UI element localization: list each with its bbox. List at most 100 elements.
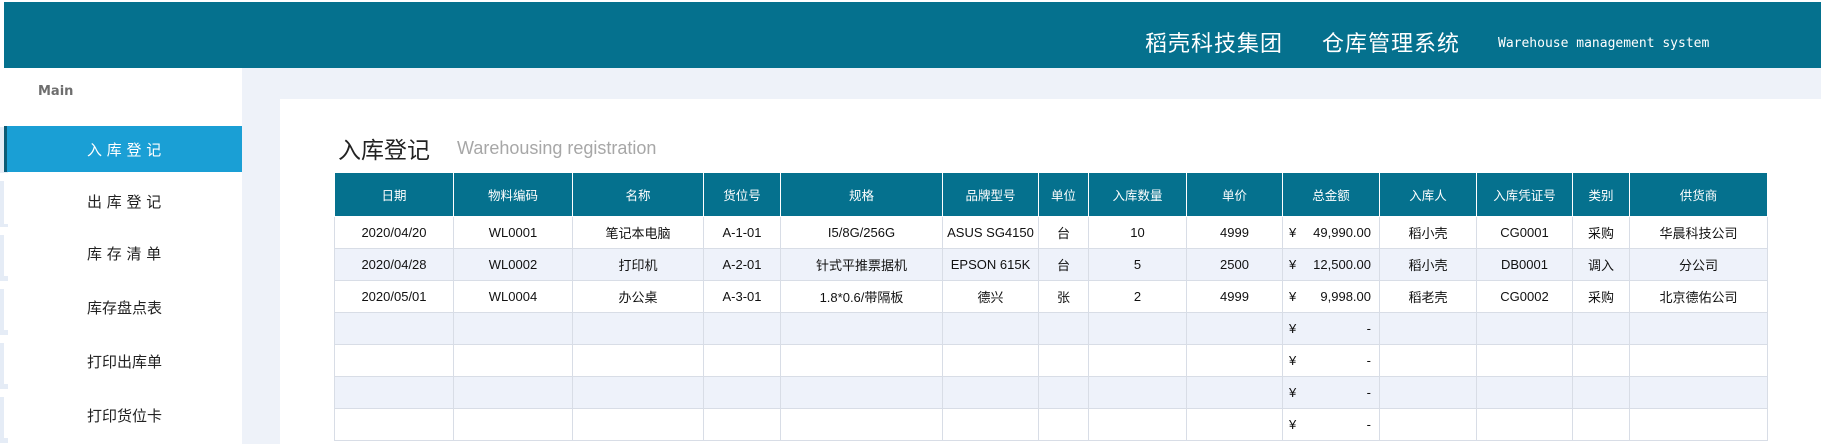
table-cell[interactable]: 采购 — [1572, 216, 1630, 249]
table-row[interactable]: ¥ - — [334, 344, 1768, 377]
table-cell[interactable]: A-2-01 — [703, 248, 781, 281]
table-cell[interactable]: 采购 — [1572, 280, 1630, 313]
table-cell[interactable] — [334, 344, 454, 377]
table-cell[interactable] — [1038, 376, 1089, 409]
table-cell[interactable] — [703, 408, 781, 441]
table-cell[interactable]: 4999 — [1186, 216, 1283, 249]
column-header[interactable]: 总金额 — [1282, 172, 1380, 217]
table-cell[interactable]: ASUS SG4150 — [942, 216, 1039, 249]
table-cell[interactable] — [453, 408, 573, 441]
table-cell[interactable] — [334, 376, 454, 409]
table-cell[interactable] — [572, 408, 704, 441]
table-cell[interactable]: A-1-01 — [703, 216, 781, 249]
column-header[interactable]: 入库数量 — [1088, 172, 1187, 217]
table-cell[interactable]: 稻小壳 — [1379, 248, 1477, 281]
table-cell[interactable] — [334, 408, 454, 441]
table-cell[interactable] — [780, 408, 943, 441]
table-cell[interactable] — [1476, 408, 1573, 441]
column-header[interactable]: 类别 — [1572, 172, 1630, 217]
table-cell[interactable] — [453, 312, 573, 345]
column-header[interactable]: 名称 — [572, 172, 704, 217]
column-header[interactable]: 规格 — [780, 172, 943, 217]
table-cell[interactable]: CG0001 — [1476, 216, 1573, 249]
column-header[interactable]: 入库人 — [1379, 172, 1477, 217]
table-cell[interactable] — [1572, 408, 1630, 441]
table-cell[interactable] — [1379, 312, 1477, 345]
sidebar-item-print-outbound-slip[interactable]: 打印出库单 — [4, 338, 242, 384]
table-cell[interactable] — [942, 408, 1039, 441]
table-cell[interactable]: 稻老壳 — [1379, 280, 1477, 313]
table-cell[interactable]: 调入 — [1572, 248, 1630, 281]
table-cell[interactable] — [942, 344, 1039, 377]
table-row[interactable]: ¥ - — [334, 376, 1768, 409]
table-cell[interactable]: ¥49,990.00 — [1282, 216, 1380, 249]
sidebar-item-outbound-registration[interactable]: 出 库 登 记 — [4, 178, 242, 224]
table-cell[interactable]: 5 — [1088, 248, 1187, 281]
table-cell[interactable]: 2020/05/01 — [334, 280, 454, 313]
sidebar-item-inventory-list[interactable]: 库 存 清 单 — [4, 230, 242, 276]
table-cell[interactable]: A-3-01 — [703, 280, 781, 313]
table-cell[interactable] — [572, 376, 704, 409]
table-row[interactable]: 2020/04/28 WL0002 打印机 A-2-01 针式平推票据机 EPSON 61… — [334, 248, 1768, 281]
table-row[interactable]: 2020/05/01 WL0004 办公桌 A-3-01 1.8*0.6/带隔板 德兴张 2… — [334, 280, 1768, 313]
table-cell[interactable] — [1038, 408, 1089, 441]
table-cell[interactable] — [1379, 408, 1477, 441]
table-cell[interactable] — [1629, 376, 1768, 409]
table-cell[interactable]: 张 — [1038, 280, 1089, 313]
table-cell[interactable]: 分公司 — [1629, 248, 1768, 281]
table-cell[interactable] — [1088, 376, 1187, 409]
table-cell[interactable] — [1186, 408, 1283, 441]
table-cell[interactable]: ¥12,500.00 — [1282, 248, 1380, 281]
table-cell[interactable]: 稻小壳 — [1379, 216, 1477, 249]
table-cell[interactable]: 4999 — [1186, 280, 1283, 313]
table-cell[interactable] — [1572, 344, 1630, 377]
sidebar-item-print-location-card[interactable]: 打印货位卡 — [4, 392, 242, 438]
table-cell[interactable] — [334, 312, 454, 345]
table-cell[interactable] — [1476, 376, 1573, 409]
table-cell[interactable] — [1379, 376, 1477, 409]
table-cell[interactable] — [1038, 312, 1089, 345]
column-header[interactable]: 供货商 — [1629, 172, 1768, 217]
table-cell[interactable]: WL0004 — [453, 280, 573, 313]
table-cell[interactable]: WL0002 — [453, 248, 573, 281]
table-cell[interactable] — [1572, 312, 1630, 345]
table-cell[interactable] — [1186, 344, 1283, 377]
table-cell[interactable]: I5/8G/256G — [780, 216, 943, 249]
table-cell[interactable] — [1088, 344, 1187, 377]
table-cell[interactable] — [572, 344, 704, 377]
table-cell[interactable] — [703, 312, 781, 345]
table-cell[interactable] — [572, 312, 704, 345]
column-header[interactable]: 入库凭证号 — [1476, 172, 1573, 217]
table-cell[interactable] — [1629, 312, 1768, 345]
table-cell[interactable]: 笔记本电脑 — [572, 216, 704, 249]
table-cell[interactable] — [1038, 344, 1089, 377]
table-cell[interactable]: ¥ - — [1282, 344, 1380, 377]
column-header[interactable]: 日期 — [334, 172, 454, 217]
table-cell[interactable]: 台 — [1038, 248, 1089, 281]
table-cell[interactable] — [780, 376, 943, 409]
table-cell[interactable]: 华晨科技公司 — [1629, 216, 1768, 249]
table-cell[interactable]: ¥ - — [1282, 376, 1380, 409]
table-cell[interactable]: 办公桌 — [572, 280, 704, 313]
table-cell[interactable]: 2020/04/20 — [334, 216, 454, 249]
table-cell[interactable] — [1629, 408, 1768, 441]
table-cell[interactable] — [942, 312, 1039, 345]
table-cell[interactable]: 北京德佑公司 — [1629, 280, 1768, 313]
table-cell[interactable]: CG0002 — [1476, 280, 1573, 313]
table-cell[interactable]: 德兴 — [942, 280, 1039, 313]
table-cell[interactable]: EPSON 615K — [942, 248, 1039, 281]
table-cell[interactable] — [780, 312, 943, 345]
table-cell[interactable]: 台 — [1038, 216, 1089, 249]
table-cell[interactable]: 10 — [1088, 216, 1187, 249]
table-cell[interactable]: 2500 — [1186, 248, 1283, 281]
table-cell[interactable] — [780, 344, 943, 377]
table-cell[interactable] — [453, 344, 573, 377]
table-cell[interactable]: ¥ - — [1282, 312, 1380, 345]
table-cell[interactable] — [1572, 376, 1630, 409]
table-cell[interactable] — [703, 376, 781, 409]
sidebar-item-stocktaking[interactable]: 库存盘点表 — [4, 284, 242, 330]
table-cell[interactable]: 1.8*0.6/带隔板 — [780, 280, 943, 313]
table-cell[interactable] — [1476, 344, 1573, 377]
column-header[interactable]: 物料编码 — [453, 172, 573, 217]
table-cell[interactable] — [1088, 408, 1187, 441]
